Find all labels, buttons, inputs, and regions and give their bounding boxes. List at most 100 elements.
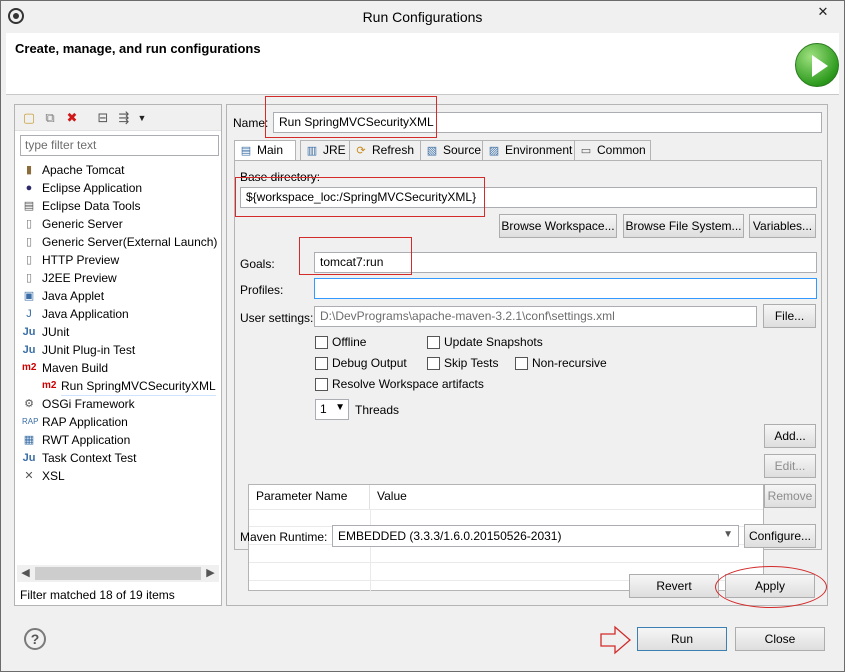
value-header[interactable]: Value (370, 485, 763, 509)
tree-item-generic-server[interactable]: ▯ Generic Server (20, 215, 220, 233)
task-icon: Ju (22, 452, 36, 464)
config-tree: ▮ Apache Tomcat ● Eclipse Application ▤ Ecl… (20, 161, 220, 485)
tree-item-java-application[interactable]: J Java Application (20, 305, 220, 323)
edit-button[interactable]: Edit... (764, 454, 816, 478)
highlight-base-directory-box (235, 177, 485, 217)
tab-main[interactable]: ▤ Main (234, 140, 296, 161)
file-button[interactable]: File... (763, 304, 816, 328)
checkbox-box (315, 357, 328, 371)
configure-button[interactable]: Configure... (744, 524, 816, 548)
variables-button[interactable]: Variables... (749, 214, 816, 238)
help-icon[interactable]: ? (24, 628, 46, 650)
checkbox-box (427, 357, 440, 371)
jre-icon: ▥ (306, 145, 318, 157)
refresh-icon: ⟳ (356, 145, 366, 157)
tree-item-rap-application[interactable]: RAP RAP Application (20, 413, 220, 431)
tree-item-eclipse-application[interactable]: ● Eclipse Application (20, 179, 220, 197)
browse-workspace-button[interactable]: Browse Workspace... (499, 214, 617, 238)
name-label: Name: (233, 116, 269, 130)
common-icon: ▭ (580, 145, 592, 157)
scroll-thumb[interactable] (35, 567, 201, 580)
tree-item-http-preview[interactable]: ▯ HTTP Preview (20, 251, 220, 269)
add-button[interactable]: Add... (764, 424, 816, 448)
highlight-apply-ellipse (715, 566, 827, 608)
tree-item-eclipse-data-tools[interactable]: ▤ Eclipse Data Tools (20, 197, 220, 215)
run-configurations-dialog: Run Configurations ✕ Create, manage, and… (0, 0, 845, 672)
browse-file-system-button[interactable]: Browse File System... (623, 214, 744, 238)
tab-refresh[interactable]: ⟳ Refresh (349, 140, 421, 160)
applet-icon: ▣ (23, 290, 35, 302)
tree-item-xsl[interactable]: ✕ XSL (20, 467, 220, 485)
environment-icon: ▨ (488, 145, 500, 157)
title-bar: Run Configurations ✕ (1, 1, 844, 33)
tab-common[interactable]: ▭ Common (574, 140, 651, 160)
skip-tests-checkbox[interactable]: Skip Tests (427, 356, 498, 372)
run-button[interactable]: Run (637, 627, 727, 651)
profiles-field[interactable] (314, 278, 817, 299)
server-icon: ▯ (25, 236, 33, 248)
tree-item-apache-tomcat[interactable]: ▮ Apache Tomcat (20, 161, 220, 179)
eclipse-icon: ● (25, 182, 33, 194)
user-settings-label: User settings: (240, 311, 314, 325)
tree-item-junit-plugin-test[interactable]: Ju JUnit Plug-in Test (20, 341, 220, 359)
tree-item-junit[interactable]: Ju JUnit (20, 323, 220, 341)
source-icon: ▧ (426, 145, 438, 157)
scroll-right-icon[interactable]: ▶ (202, 565, 219, 582)
duplicate-icon[interactable]: ⧉ (42, 110, 58, 126)
threads-select[interactable]: 1 ▼ (315, 399, 349, 420)
server-icon: ▯ (25, 218, 33, 230)
tree-item-task-context-test[interactable]: Ju Task Context Test (20, 449, 220, 467)
tree-item-rwt-application[interactable]: ▦ RWT Application (20, 431, 220, 449)
run-icon (795, 43, 839, 87)
revert-button[interactable]: Revert (629, 574, 719, 598)
window-title: Run Configurations (362, 9, 483, 25)
column-divider (370, 509, 371, 592)
collapse-all-icon[interactable]: ⊟ (95, 110, 111, 126)
update-snapshots-checkbox[interactable]: Update Snapshots (427, 335, 543, 351)
maven-runtime-select[interactable]: EMBEDDED (3.3.3/1.6.0.20150526-2031) ▼ (332, 525, 739, 547)
tab-source[interactable]: ▧ Source (420, 140, 483, 160)
tree-item-run-springmvcsecurityxml[interactable]: m2 Run SpringMVCSecurityXML (20, 377, 220, 396)
scroll-left-icon[interactable]: ◀ (17, 565, 34, 582)
java-app-icon: J (26, 308, 32, 320)
tree-item-java-applet[interactable]: ▣ Java Applet (20, 287, 220, 305)
non-recursive-checkbox[interactable]: Non-recursive (515, 356, 607, 372)
remove-button[interactable]: Remove (764, 484, 816, 508)
chevron-down-icon: ▼ (335, 402, 345, 413)
header-title: Create, manage, and run configurations (15, 41, 261, 56)
checkbox-box (315, 378, 328, 392)
tree-item-osgi-framework[interactable]: ⚙ OSGi Framework (20, 395, 220, 413)
tree-item-generic-server-external[interactable]: ▯ Generic Server(External Launch) (20, 233, 220, 251)
tree-horizontal-scrollbar[interactable]: ◀ ▶ (17, 565, 219, 582)
user-settings-field[interactable]: D:\DevPrograms\apache-maven-3.2.1\conf\s… (314, 306, 757, 327)
table-row[interactable] (249, 545, 763, 563)
offline-checkbox[interactable]: Offline (315, 335, 366, 351)
debug-output-checkbox[interactable]: Debug Output (315, 356, 407, 372)
threads-label: Threads (355, 403, 400, 417)
filter-input[interactable]: type filter text (20, 135, 219, 156)
tab-jre[interactable]: ▥ JRE (300, 140, 350, 160)
tree-item-maven-build[interactable]: m2 Maven Build (20, 359, 220, 377)
highlight-goals-box (299, 237, 412, 275)
xsl-icon: ✕ (24, 470, 34, 482)
profiles-label: Profiles: (240, 283, 284, 297)
highlight-name-box (265, 96, 437, 138)
goals-label: Goals: (240, 257, 275, 271)
tree-item-j2ee-preview[interactable]: ▯ J2EE Preview (20, 269, 220, 287)
maven-icon: m2 (42, 380, 57, 391)
tab-environment[interactable]: ▨ Environment (482, 140, 575, 160)
close-button[interactable]: Close (735, 627, 825, 651)
dropdown-icon[interactable]: ▼ (134, 110, 150, 126)
delete-icon[interactable]: ✖ (64, 110, 80, 126)
new-config-icon[interactable]: ▢ (21, 110, 37, 126)
tomcat-icon: ▮ (25, 164, 33, 176)
filter-icon[interactable]: ⇶ (116, 110, 132, 126)
parameter-name-header[interactable]: Parameter Name (249, 485, 370, 509)
resolve-workspace-checkbox[interactable]: Resolve Workspace artifacts (315, 377, 484, 393)
config-list-panel: ▢ ⧉ ✖ ⊟ ⇶ ▼ type filter text ▮ Apache Tom… (14, 104, 222, 606)
server-icon: ▯ (25, 254, 33, 266)
rap-icon: RAP (22, 417, 39, 426)
maven-runtime-label: Maven Runtime: (240, 530, 328, 544)
window-close-button[interactable]: ✕ (808, 2, 838, 22)
dialog-header: Create, manage, and run configurations (6, 33, 839, 95)
